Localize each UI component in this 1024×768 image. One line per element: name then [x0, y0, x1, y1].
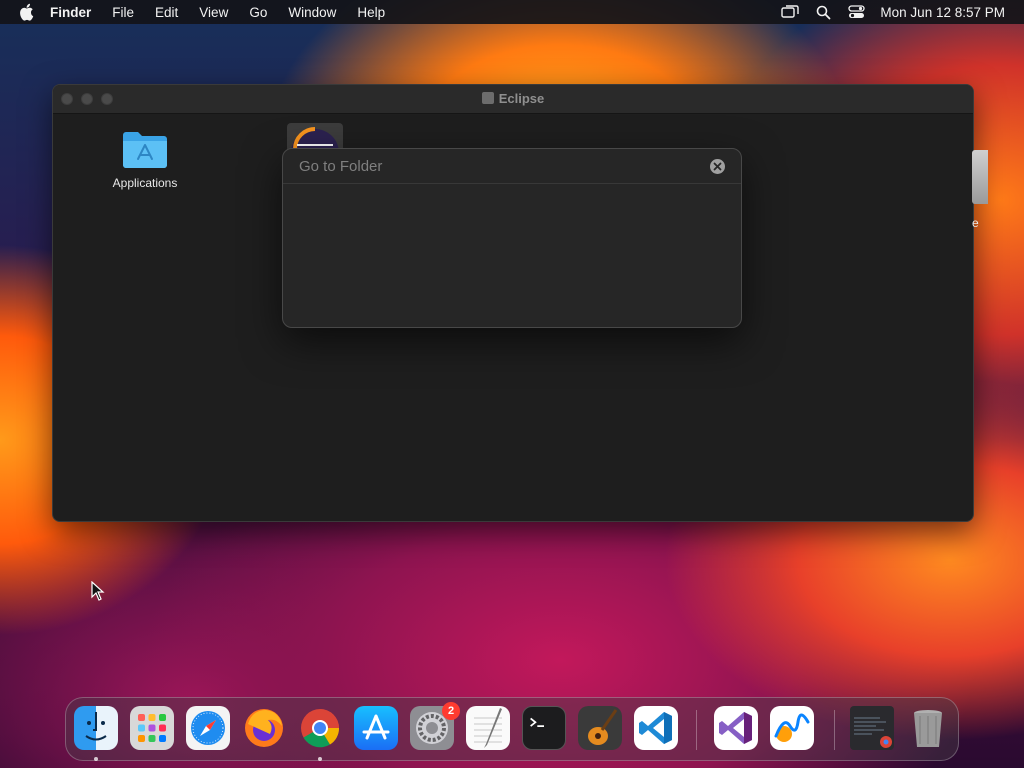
launchpad-icon[interactable] — [130, 706, 174, 750]
spotlight-search-icon[interactable] — [814, 3, 832, 21]
textedit-icon[interactable] — [466, 706, 510, 750]
window-title: Eclipse — [53, 91, 973, 106]
chrome-icon[interactable] — [298, 706, 342, 750]
menu-file[interactable]: File — [112, 5, 134, 20]
safari-icon[interactable] — [186, 706, 230, 750]
menu-view[interactable]: View — [199, 5, 228, 20]
eclipse-app-icon[interactable] — [287, 123, 343, 151]
notification-badge: 2 — [442, 702, 460, 720]
clear-input-button[interactable] — [710, 159, 725, 174]
minimized-window-icon[interactable] — [850, 706, 894, 750]
menu-edit[interactable]: Edit — [155, 5, 178, 20]
menubar-clock[interactable]: Mon Jun 12 8:57 PM — [880, 5, 1005, 20]
running-indicator — [318, 757, 322, 761]
menu-window[interactable]: Window — [288, 5, 336, 20]
trash-icon[interactable] — [906, 706, 950, 750]
menu-bar: Finder File Edit View Go Window Help Mon… — [0, 0, 1024, 24]
dock: 2 — [65, 697, 959, 761]
vscode-icon[interactable] — [634, 706, 678, 750]
firefox-icon[interactable] — [242, 706, 286, 750]
app-store-icon[interactable] — [354, 706, 398, 750]
applications-folder-label: Applications — [112, 176, 178, 190]
applications-folder[interactable]: Applications — [105, 129, 185, 190]
folder-icon — [481, 92, 494, 104]
apple-menu-icon[interactable] — [18, 3, 36, 21]
go-to-folder-dialog — [282, 148, 742, 328]
menu-go[interactable]: Go — [249, 5, 267, 20]
applications-folder-icon — [123, 132, 167, 168]
menu-app-name[interactable]: Finder — [50, 5, 91, 20]
go-to-folder-input[interactable] — [283, 149, 741, 184]
control-center-icon[interactable] — [847, 3, 865, 21]
finder-icon[interactable] — [74, 706, 118, 750]
terminal-icon[interactable] — [522, 706, 566, 750]
desktop-item-label: e — [972, 216, 979, 230]
garageband-icon[interactable] — [578, 706, 622, 750]
menu-help[interactable]: Help — [357, 5, 385, 20]
close-icon — [713, 162, 722, 171]
external-drive-icon[interactable] — [972, 150, 988, 204]
screen-mirroring-icon[interactable] — [781, 3, 800, 21]
dock-separator — [834, 710, 835, 750]
dock-separator — [696, 710, 697, 750]
visual-studio-icon[interactable] — [714, 706, 758, 750]
window-titlebar[interactable]: Eclipse — [53, 85, 973, 114]
freeform-icon[interactable] — [770, 706, 814, 750]
running-indicator — [94, 757, 98, 761]
mouse-pointer-icon — [91, 581, 105, 601]
